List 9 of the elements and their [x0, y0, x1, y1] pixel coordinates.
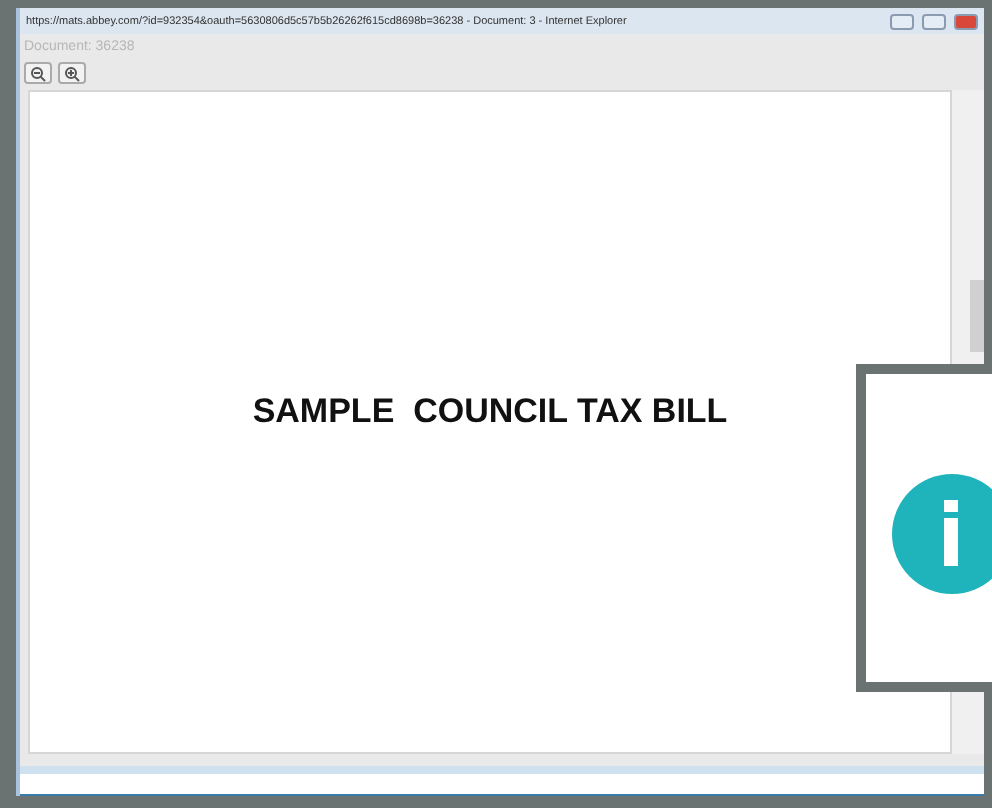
scrollbar-thumb[interactable] [970, 280, 984, 352]
close-button[interactable] [954, 13, 978, 29]
maximize-button[interactable] [922, 13, 946, 29]
zoom-out-button[interactable] [24, 62, 52, 84]
zoom-out-icon [30, 65, 46, 81]
zoom-in-button[interactable] [58, 62, 86, 84]
document-heading: SAMPLE COUNCIL TAX BILL [252, 392, 728, 432]
zoom-in-icon [64, 65, 80, 81]
minimize-button[interactable] [890, 13, 914, 29]
